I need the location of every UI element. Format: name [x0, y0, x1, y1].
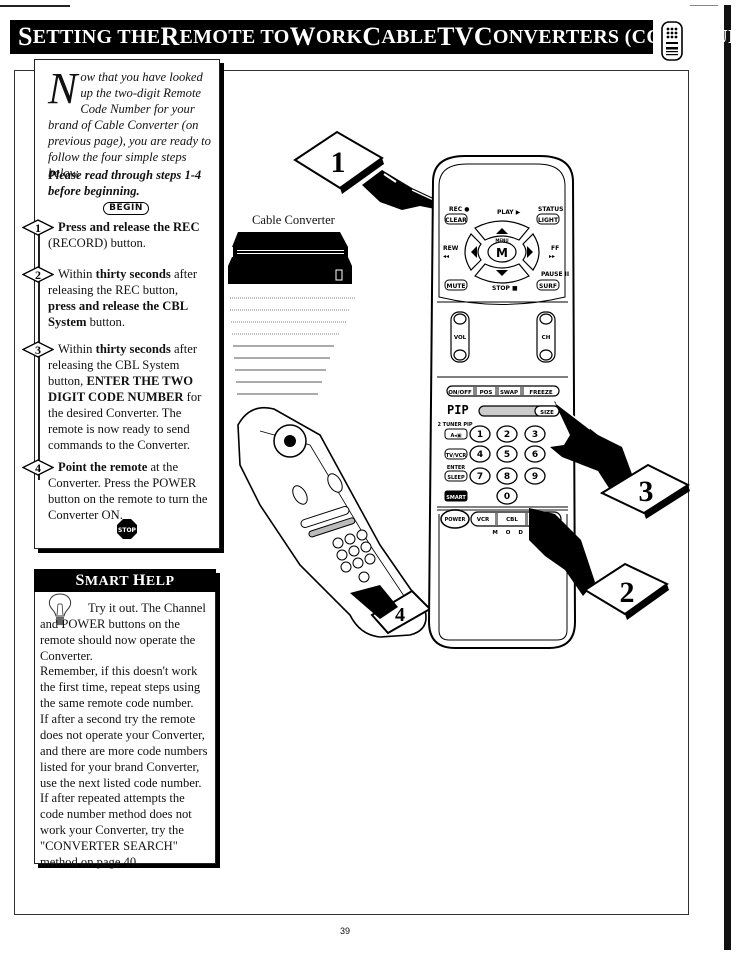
stop-sign-icon: STOP [117, 519, 137, 539]
title-cap: S [18, 22, 33, 51]
tv-vcr-label: TV/VCR [446, 453, 467, 459]
digit-label: 1 [477, 430, 483, 440]
pause-label: PAUSE II [541, 271, 569, 278]
title-cap: W [289, 22, 316, 51]
rec-label: REC ● [449, 206, 469, 213]
play-label: PLAY ▶ [497, 209, 521, 216]
smart-help-paragraph: If after repeated attempts the code numb… [40, 791, 192, 869]
step-text: Point the remote at the Converter. Press… [48, 460, 208, 522]
drop-cap: N [48, 64, 78, 113]
stop-label: STOP [118, 527, 137, 534]
digit-label: 9 [532, 472, 538, 482]
title-cap: C [362, 22, 382, 51]
top-rule-right [690, 5, 718, 6]
clear-button-label: CLEAR [445, 217, 467, 224]
smart-help-heading: SMART HELP [34, 569, 216, 592]
step-2-pointing-hand: 2 [529, 508, 669, 620]
top-rule [0, 5, 70, 7]
digit-label: 3 [532, 430, 538, 440]
status-label: STATUS [538, 206, 563, 213]
step-tag-number: 1 [331, 146, 346, 179]
mute-button-label: MUTE [446, 283, 465, 290]
title-text: ONVERTERS (CONTINUED) [492, 25, 741, 48]
step-1-pointing-hand: 1 [293, 130, 442, 210]
smart-help-paragraph: If after a second try the remote does no… [40, 712, 208, 790]
step-text: Within thirty seconds after releasing th… [48, 342, 202, 452]
svg-text:1: 1 [35, 221, 41, 235]
svg-text:2: 2 [35, 268, 41, 282]
mode-cbl-label: CBL [506, 517, 518, 523]
step-tag-number: 4 [395, 604, 405, 626]
step-text: Within thirty seconds after releasing th… [48, 267, 198, 329]
rew-label: REW [443, 245, 459, 252]
page-number: 39 [340, 926, 351, 936]
two-tuner-pip-label: 2 TUNER PIP [437, 422, 472, 428]
svg-text:A◂▣: A◂▣ [450, 433, 461, 439]
sleep-label: SLEEP [447, 475, 465, 481]
vol-label: VOL [454, 335, 467, 341]
svg-text:◂◂: ◂◂ [443, 253, 449, 260]
smart-button-label: SMART [446, 495, 466, 501]
menu-button-label: M [496, 246, 508, 260]
power-button-label: POWER [445, 517, 466, 523]
pip-swap-label: SWAP [500, 390, 518, 396]
ff-label: FF [551, 245, 559, 252]
stop-label: STOP ■ [492, 285, 518, 292]
digit-label: 6 [532, 450, 538, 460]
begin-badge: BEGIN [103, 202, 149, 215]
title-cap: TV [437, 22, 474, 51]
digit-label: 5 [504, 450, 510, 460]
title-cap: R [160, 22, 180, 51]
pip-on-off-label: ON/OFF [448, 390, 472, 396]
cable-converter-illustration [228, 232, 352, 284]
remote-control-icon [661, 21, 683, 61]
light-button-label: LIGHT [538, 217, 559, 224]
signal-lines-decoration [230, 297, 356, 395]
smart-help-paragraph: Try it out. The Channel and POWER button… [40, 601, 206, 663]
title-cap: C [473, 22, 493, 51]
digit-label: 0 [504, 492, 510, 502]
step-text: Press and release the REC (RECORD) butto… [48, 220, 200, 250]
ch-label: CH [542, 335, 551, 341]
pip-pos-label: POS [480, 390, 493, 396]
digit-label: 2 [504, 430, 510, 440]
read-first-note: Please read through steps 1-4 before beg… [48, 168, 202, 198]
title-text: ETTING THE [32, 25, 161, 48]
intro-paragraph: Now that you have looked up the two-digi… [48, 64, 211, 181]
svg-text:MENU: MENU [495, 238, 508, 243]
pip-logo: PIP [447, 403, 469, 417]
step-tag-number: 2 [620, 576, 635, 609]
title-text: ABLE [381, 25, 438, 48]
mode-vcr-label: VCR [477, 517, 490, 523]
page-title: S ETTING THE R EMOTE TO W ORK C ABLE TV C ONV… [10, 20, 741, 54]
svg-text:ENTER: ENTER [447, 465, 465, 471]
svg-text:3: 3 [35, 343, 41, 357]
title-text: EMOTE TO [179, 25, 290, 48]
smart-help-paragraph: Remember, if this doesn't work the first… [40, 664, 201, 710]
surf-button-label: SURF [539, 283, 557, 290]
svg-text:4: 4 [35, 461, 41, 475]
digit-label: 4 [477, 450, 483, 460]
svg-text:▸▸: ▸▸ [549, 253, 555, 260]
page-edge-bar [724, 5, 731, 950]
remote-in-hand-illustration: 4 [237, 406, 430, 638]
title-text: ORK [315, 25, 363, 48]
digit-label: 8 [504, 472, 510, 482]
digit-label: 7 [477, 472, 483, 482]
